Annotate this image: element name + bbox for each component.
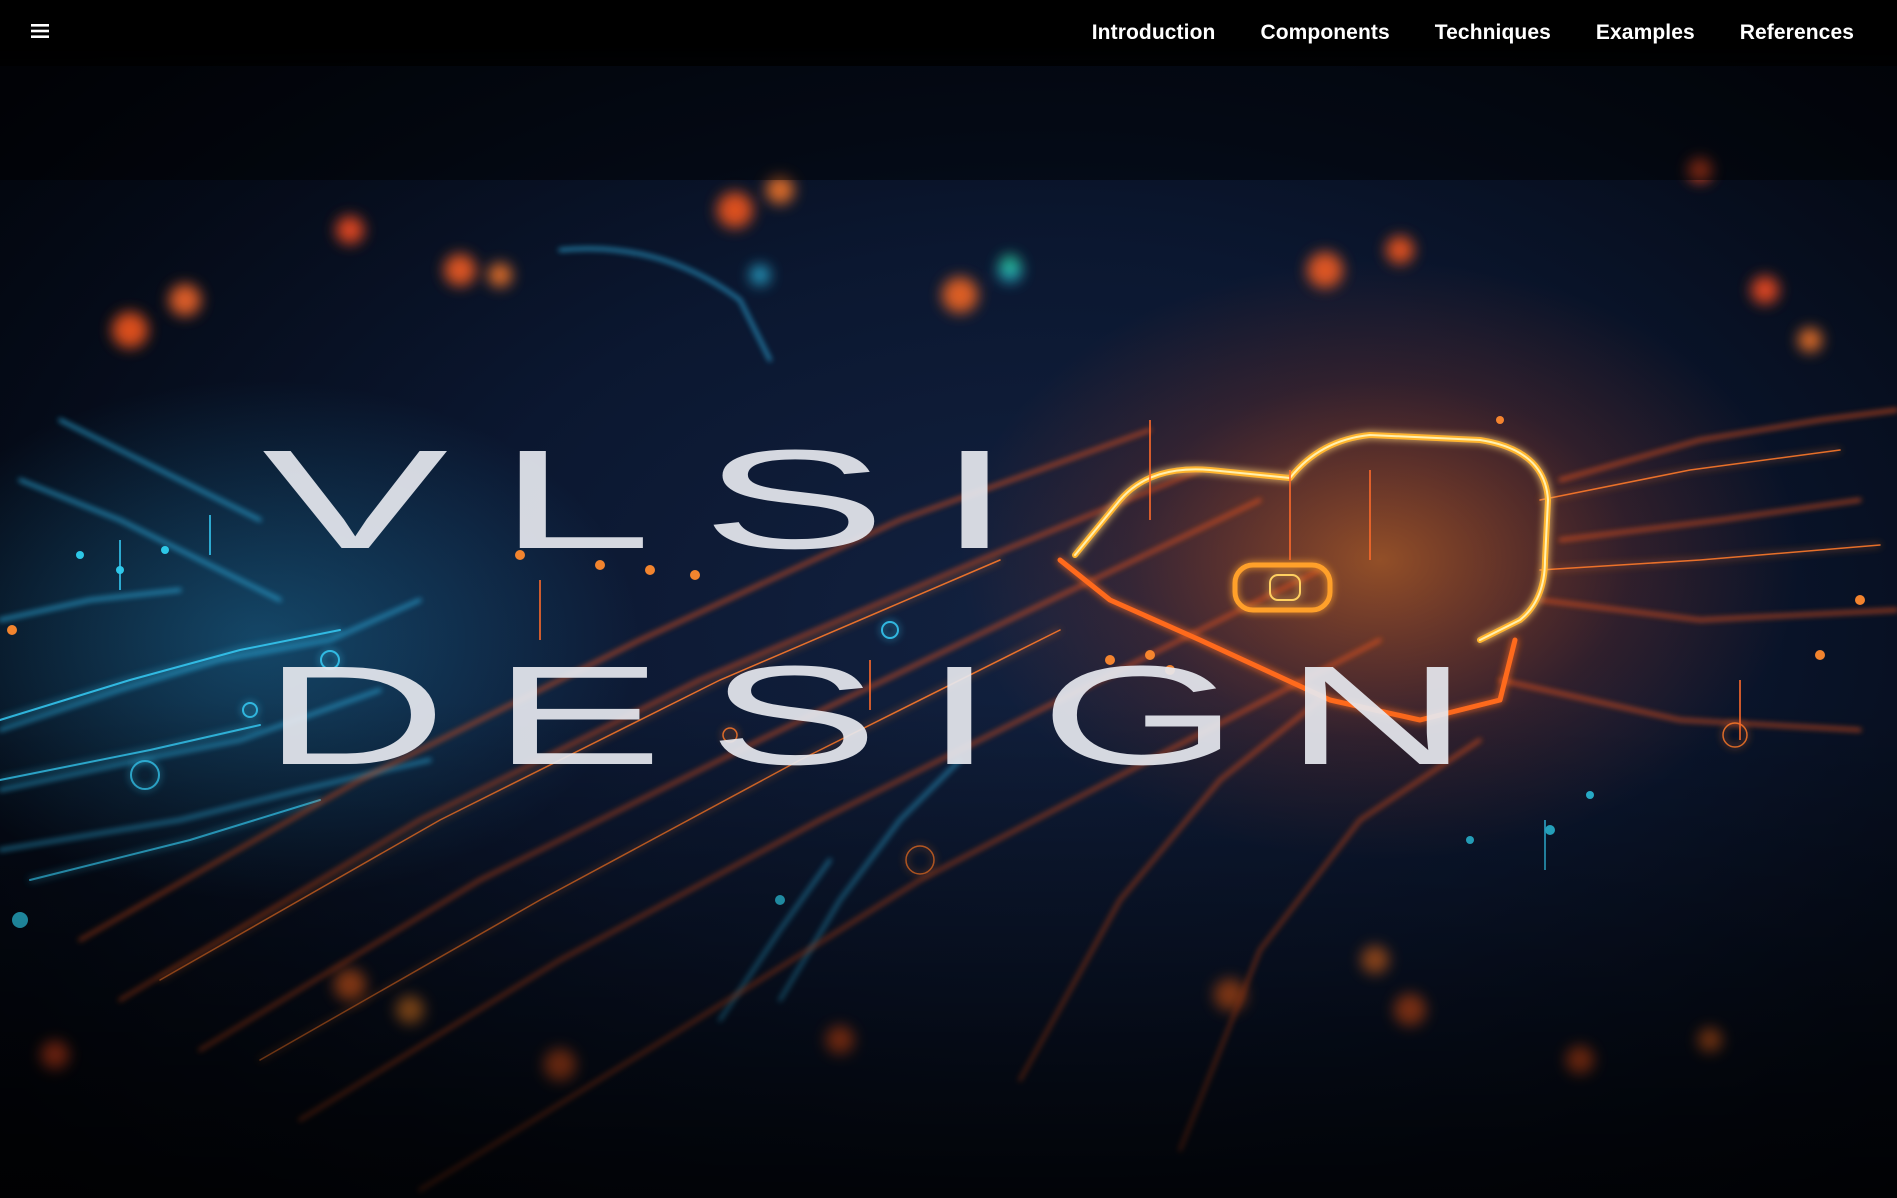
hamburger-icon xyxy=(31,24,49,38)
top-navigation-bar: Introduction Components Techniques Examp… xyxy=(0,0,1897,66)
main-nav: Introduction Components Techniques Examp… xyxy=(1047,0,1854,66)
hero-title: VLSI DESIGN xyxy=(262,422,1514,795)
page: VLSI DESIGN Introduction Components Tech… xyxy=(0,0,1897,1198)
menu-button[interactable] xyxy=(26,18,54,44)
nav-link-examples[interactable]: Examples xyxy=(1596,21,1695,45)
hero-title-line-2: DESIGN xyxy=(262,638,1514,795)
hero-title-line-1: VLSI xyxy=(262,422,1062,579)
nav-link-techniques[interactable]: Techniques xyxy=(1435,21,1551,45)
nav-link-references[interactable]: References xyxy=(1740,21,1854,45)
nav-link-components[interactable]: Components xyxy=(1260,21,1389,45)
nav-link-introduction[interactable]: Introduction xyxy=(1092,21,1216,45)
